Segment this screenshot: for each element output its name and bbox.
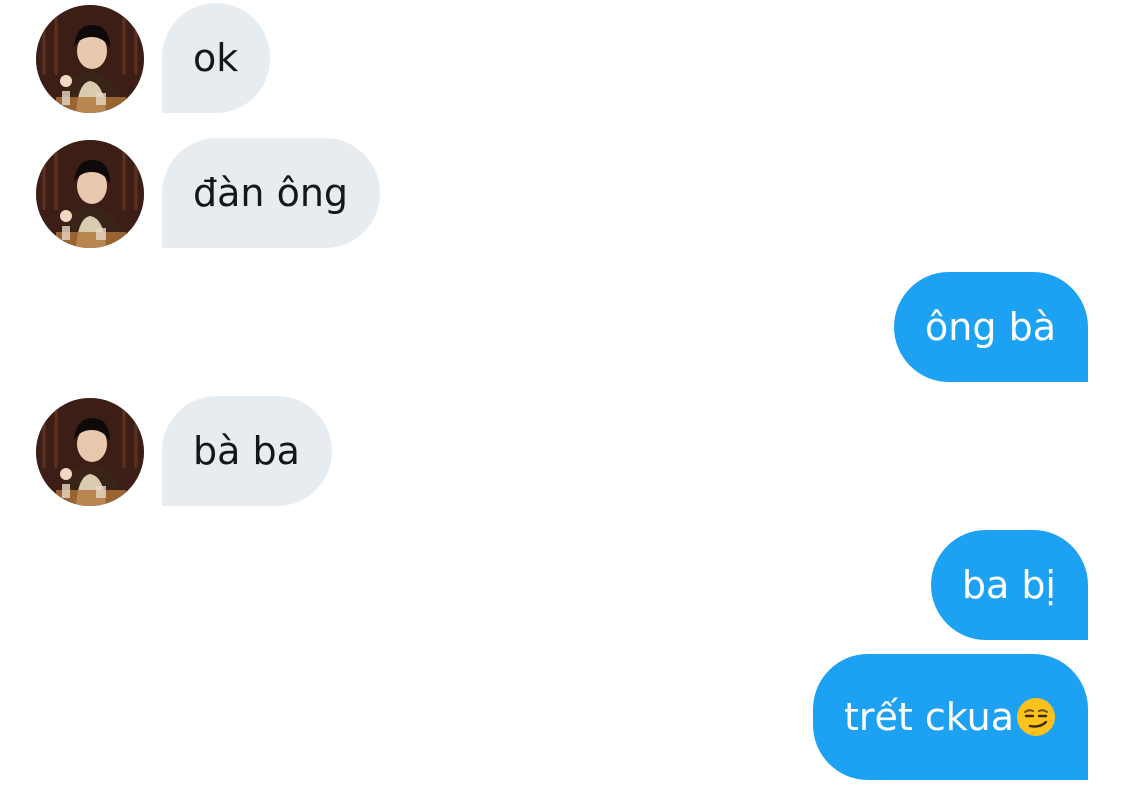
message-bubble-outgoing[interactable]: ông bà xyxy=(894,272,1088,382)
message-text: ok xyxy=(193,36,239,80)
message-text: trết ckua xyxy=(844,695,1014,739)
avatar[interactable] xyxy=(36,140,144,248)
message-bubble-incoming[interactable]: ok xyxy=(162,3,271,113)
user-avatar-photo-icon xyxy=(36,140,144,248)
message-bubble-outgoing[interactable]: trết ckua xyxy=(813,654,1088,780)
smirking-face-emoji-icon xyxy=(1016,697,1056,737)
message-bubble-outgoing[interactable]: ba bị xyxy=(930,530,1088,640)
message-text: bà ba xyxy=(193,429,300,473)
user-avatar-photo-icon xyxy=(36,5,144,113)
message-text: đàn ông xyxy=(193,171,349,215)
message-text: ba bị xyxy=(961,563,1056,607)
user-avatar-photo-icon xyxy=(36,398,144,506)
message-bubble-incoming[interactable]: đàn ông xyxy=(162,138,381,248)
message-bubble-incoming[interactable]: bà ba xyxy=(162,396,332,506)
avatar[interactable] xyxy=(36,5,144,113)
message-text: ông bà xyxy=(925,305,1056,349)
avatar[interactable] xyxy=(36,398,144,506)
